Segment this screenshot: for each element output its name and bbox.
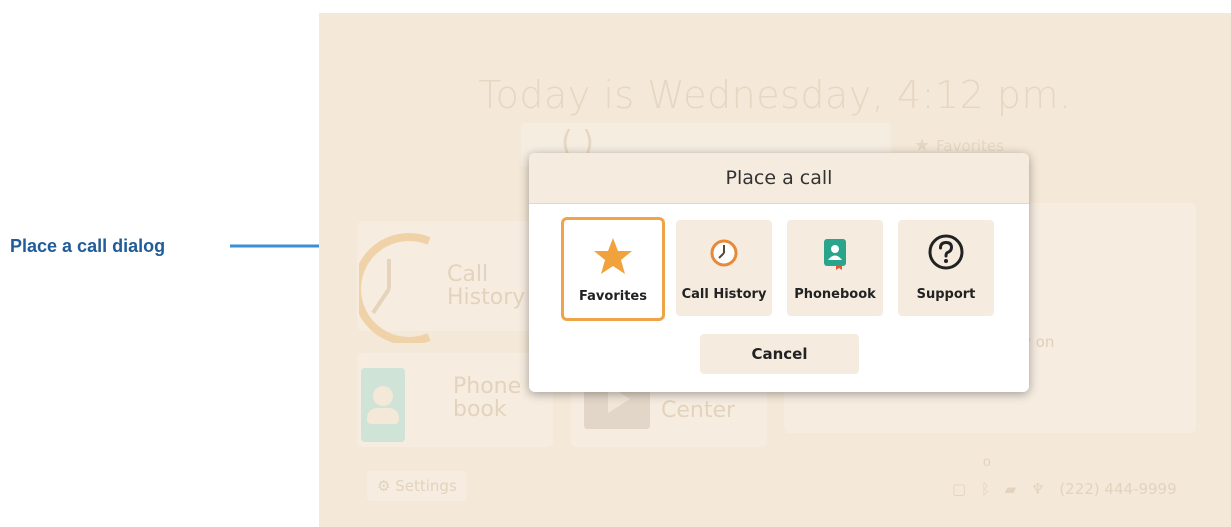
place-call-dialog: Place a call Favorites Call History Phon…: [529, 153, 1029, 392]
support-option-label: Support: [916, 287, 976, 302]
dialog-header: Place a call: [529, 153, 1029, 204]
camera-off-icon: ▰: [1004, 480, 1017, 498]
favorites-option[interactable]: Favorites: [561, 217, 665, 321]
support-option[interactable]: Support: [898, 220, 994, 316]
settings-button[interactable]: ⚙ Settings: [367, 471, 467, 501]
phonebook-icon: [824, 239, 846, 270]
annotation-label: Place a call dialog: [10, 236, 166, 256]
clock-icon: [710, 239, 738, 267]
dialog-title: Place a call: [725, 167, 833, 189]
gear-icon: ⚙: [377, 477, 391, 495]
call-history-option[interactable]: Call History: [676, 220, 772, 316]
status-indicator-icon: ο: [983, 453, 991, 469]
settings-label: Settings: [395, 477, 457, 495]
clock-icon: [359, 233, 431, 343]
cancel-button[interactable]: Cancel: [700, 334, 859, 374]
star-icon: [594, 238, 632, 274]
call-history-tile-label: Call History: [447, 262, 526, 311]
status-bar: ▢ ᛒ ▰ ♆ (222) 444-9999: [952, 480, 1177, 498]
bluetooth-icon: ᛒ: [980, 480, 990, 498]
call-history-option-label: Call History: [681, 287, 767, 302]
mic-off-icon: ♆: [1031, 480, 1045, 498]
phonebook-option[interactable]: Phonebook: [787, 220, 883, 316]
question-icon: [928, 234, 964, 270]
phonebook-tile-label: Phone book: [453, 374, 522, 423]
calendar-icon: ▢: [952, 480, 967, 498]
phonebook-option-label: Phonebook: [794, 287, 876, 302]
phone-number: (222) 444-9999: [1059, 480, 1177, 498]
video-center-tile-label: Center: [661, 398, 736, 423]
favorites-option-label: Favorites: [579, 289, 647, 304]
phonebook-icon: [361, 368, 405, 442]
greeting-text: Today is Wednesday, 4:12 pm.: [478, 73, 1072, 117]
